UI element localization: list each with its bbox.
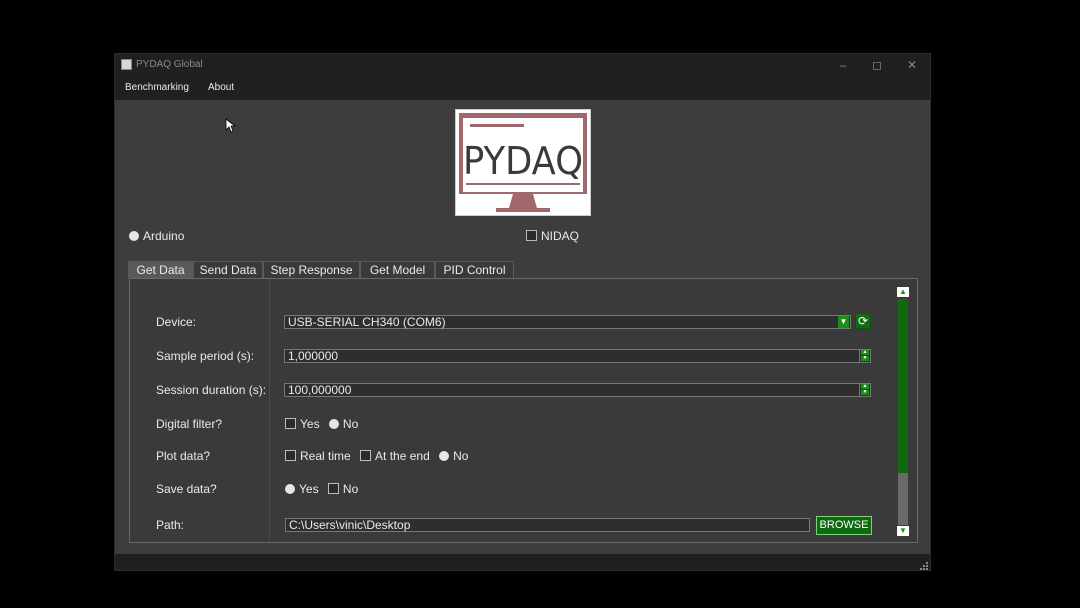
tab-get-data[interactable]: Get Data [128, 261, 193, 278]
arduino-radio[interactable] [129, 231, 139, 241]
save-yes-radio[interactable] [285, 484, 295, 494]
tab-pid-control[interactable]: PID Control [435, 261, 514, 278]
plot-data-options: Real time At the end No [285, 449, 474, 463]
vertical-scrollbar[interactable]: ▲ ▼ [897, 287, 909, 536]
device-value: USB-SERIAL CH340 (COM6) [288, 315, 446, 329]
get-data-panel: Device: USB-SERIAL CH340 (COM6) ▼ ⟳ Samp… [129, 278, 918, 543]
refresh-button[interactable]: ⟳ [855, 313, 871, 329]
nidaq-label: NIDAQ [541, 229, 580, 243]
plot-end-radio[interactable] [360, 450, 372, 461]
device-select[interactable]: USB-SERIAL CH340 (COM6) ▼ [284, 315, 851, 329]
menu-bar: Benchmarking About [115, 76, 930, 100]
browse-button[interactable]: BROWSE [816, 516, 872, 535]
session-duration-input[interactable]: 100,000000 ▲ ▼ [284, 383, 871, 397]
plot-realtime-label: Real time [300, 449, 351, 463]
window-title: PYDAQ Global [136, 59, 203, 70]
sample-period-input[interactable]: 1,000000 ▲ ▼ [284, 349, 871, 363]
logo-text: PYDAQ [463, 139, 583, 183]
save-data-options: Yes No [285, 482, 364, 496]
scroll-thumb[interactable] [898, 299, 908, 473]
session-duration-spinner[interactable]: ▲ ▼ [859, 384, 870, 396]
filter-no-label: No [342, 417, 359, 431]
minimize-button[interactable]: – [826, 54, 860, 76]
maximize-icon: ◻ [872, 58, 882, 72]
tab-step-response[interactable]: Step Response [263, 261, 360, 278]
menu-about[interactable]: About [208, 82, 234, 93]
status-bar [115, 554, 930, 570]
pydaq-logo: PYDAQ [455, 109, 591, 216]
plot-no-label: No [453, 449, 469, 463]
menu-benchmarking[interactable]: Benchmarking [125, 82, 189, 93]
maximize-button[interactable]: ◻ [860, 54, 894, 76]
nidaq-option[interactable]: NIDAQ [526, 229, 579, 243]
title-bar[interactable]: PYDAQ Global – ◻ ✕ [115, 54, 930, 76]
scroll-down-icon[interactable]: ▼ [897, 526, 909, 536]
plot-end-label: At the end [375, 449, 430, 463]
plot-no-radio[interactable] [439, 451, 450, 461]
session-duration-value: 100,000000 [288, 383, 352, 397]
sample-period-label: Sample period (s): [156, 349, 255, 363]
plot-realtime-radio[interactable] [285, 450, 296, 461]
column-divider [269, 279, 270, 542]
path-input[interactable]: C:\Users\vinic\Desktop [285, 518, 810, 532]
app-icon [121, 59, 132, 70]
digital-filter-options: Yes No [285, 417, 364, 431]
app-window: PYDAQ Global – ◻ ✕ Benchmarking About PY… [114, 53, 931, 571]
scroll-track[interactable] [898, 473, 908, 525]
plot-data-label: Plot data? [156, 449, 211, 463]
save-no-label: No [342, 482, 359, 496]
close-icon: ✕ [906, 58, 918, 72]
refresh-icon: ⟳ [857, 314, 869, 328]
sample-period-spinner[interactable]: ▲ ▼ [859, 350, 870, 362]
spin-down-icon[interactable]: ▼ [861, 356, 869, 361]
spin-down-icon[interactable]: ▼ [861, 390, 869, 395]
resize-grip-icon[interactable] [920, 562, 928, 570]
sample-period-value: 1,000000 [288, 349, 339, 363]
filter-yes-radio[interactable] [285, 418, 296, 429]
session-duration-label: Session duration (s): [156, 383, 267, 397]
path-label: Path: [156, 518, 185, 532]
device-label: Device: [156, 315, 197, 329]
tab-get-model[interactable]: Get Model [360, 261, 435, 278]
chevron-down-icon[interactable]: ▼ [838, 316, 849, 328]
path-value: C:\Users\vinic\Desktop [289, 518, 411, 532]
save-yes-label: Yes [299, 482, 319, 496]
tab-send-data[interactable]: Send Data [193, 261, 263, 278]
filter-no-radio[interactable] [328, 419, 339, 429]
filter-yes-label: Yes [300, 417, 320, 431]
minimize-icon: – [839, 58, 847, 72]
scroll-up-icon[interactable]: ▲ [897, 287, 909, 297]
arduino-label: Arduino [143, 229, 185, 243]
save-data-label: Save data? [156, 482, 217, 496]
nidaq-radio[interactable] [526, 230, 537, 241]
close-button[interactable]: ✕ [895, 54, 929, 76]
arduino-option[interactable]: Arduino [129, 229, 184, 243]
digital-filter-label: Digital filter? [156, 417, 223, 431]
mouse-cursor-icon [225, 118, 237, 133]
save-no-radio[interactable] [327, 483, 339, 494]
